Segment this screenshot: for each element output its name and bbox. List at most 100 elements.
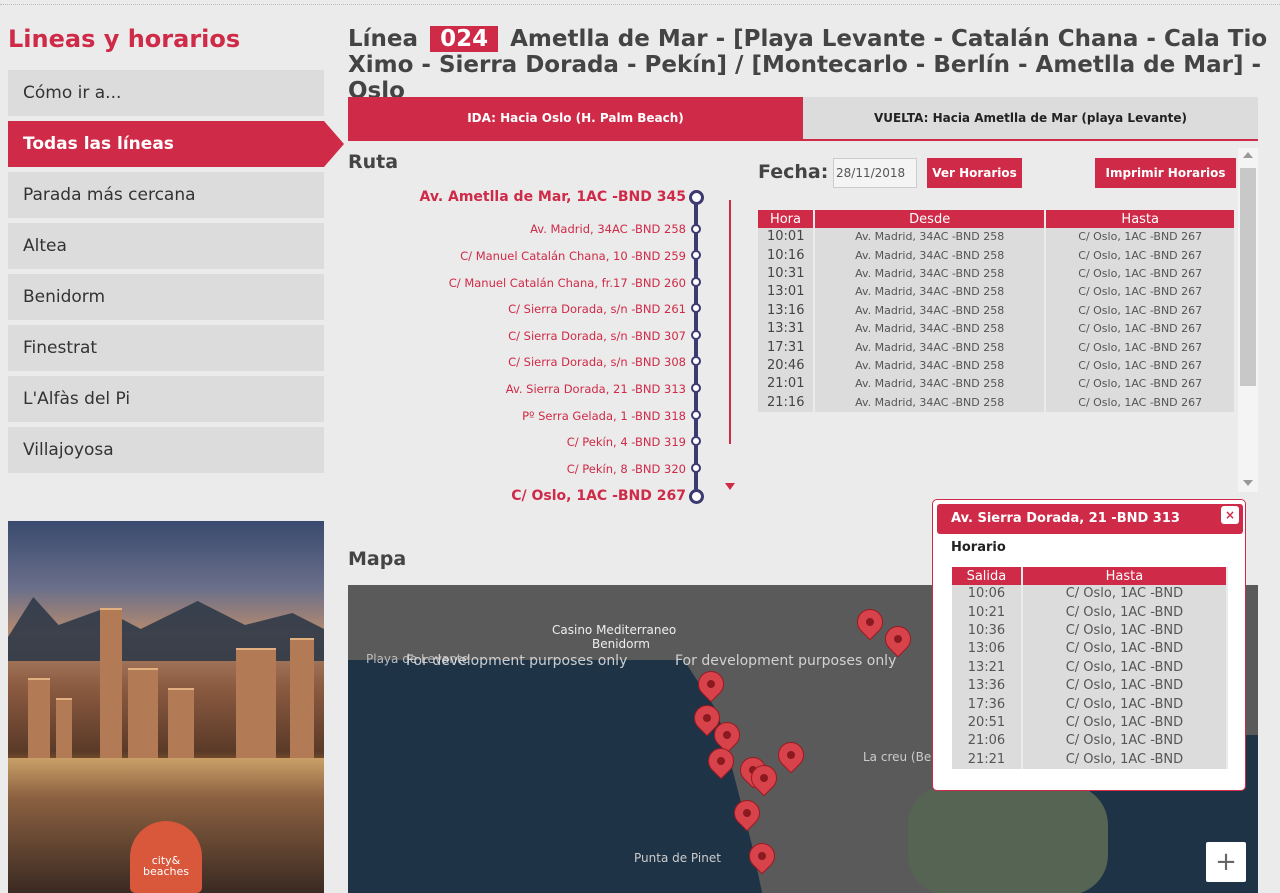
- table-cell: C/ Oslo, 1AC -BND: [1021, 585, 1229, 604]
- top-divider: [0, 4, 1280, 5]
- column-header: Salida: [952, 567, 1023, 585]
- vertical-scrollbar[interactable]: [1238, 148, 1258, 492]
- table-row[interactable]: 21:21 C/ Oslo, 1AC -BND: [952, 750, 1229, 769]
- sidebar-item-todas-lineas[interactable]: Todas las líneas: [8, 121, 344, 167]
- imprimir-horarios-button[interactable]: Imprimir Horarios: [1095, 158, 1236, 188]
- sidebar-item-parada-cercana[interactable]: Parada más cercana: [8, 172, 324, 218]
- stop-marker-icon: [691, 410, 701, 420]
- route-stop[interactable]: C/ Pekín, 4 -BND 319: [567, 435, 686, 449]
- map-pin-icon[interactable]: [879, 620, 917, 658]
- sidebar-item-como-ir[interactable]: Cómo ir a...: [8, 70, 324, 116]
- table-cell: Av. Madrid, 34AC -BND 258: [813, 319, 1047, 339]
- route-line: [694, 196, 698, 496]
- map-pin-icon[interactable]: [851, 603, 889, 641]
- promo-building: [128, 668, 158, 758]
- table-cell: C/ Oslo, 1AC -BND: [1021, 676, 1229, 696]
- table-row[interactable]: 21:16 Av. Madrid, 34AC -BND 258 C/ Oslo, 1…: [758, 393, 1236, 412]
- stop-marker-icon: [691, 250, 701, 260]
- fecha-label: Fecha:: [758, 161, 829, 183]
- table-row[interactable]: 21:06 C/ Oslo, 1AC -BND: [952, 732, 1229, 751]
- table-cell: C/ Oslo, 1AC -BND 267: [1045, 393, 1236, 412]
- sidebar-item-finestrat[interactable]: Finestrat: [8, 325, 324, 371]
- table-row[interactable]: 13:36 C/ Oslo, 1AC -BND: [952, 676, 1229, 696]
- table-row[interactable]: 13:16 Av. Madrid, 34AC -BND 258 C/ Oslo, 1…: [758, 301, 1236, 320]
- expand-down-icon[interactable]: [725, 483, 735, 490]
- table-row[interactable]: 13:21 C/ Oslo, 1AC -BND: [952, 658, 1229, 677]
- map-park: [908, 785, 1108, 893]
- route-stop[interactable]: Av. Sierra Dorada, 21 -BND 313: [506, 382, 686, 396]
- scroll-down-icon[interactable]: [1243, 480, 1253, 486]
- close-icon[interactable]: ×: [1221, 506, 1239, 524]
- route-stop[interactable]: C/ Oslo, 1AC -BND 267: [511, 488, 686, 504]
- schedule-table: Hora Desde Hasta 10:01 Av. Madrid, 34AC -…: [758, 210, 1236, 412]
- sidebar-item-benidorm[interactable]: Benidorm: [8, 274, 324, 320]
- table-row[interactable]: 13:01 Av. Madrid, 34AC -BND 258 C/ Oslo, 1…: [758, 283, 1236, 302]
- table-cell: C/ Oslo, 1AC -BND: [1021, 750, 1229, 769]
- ver-horarios-button[interactable]: Ver Horarios: [927, 158, 1022, 188]
- table-row[interactable]: 17:36 C/ Oslo, 1AC -BND: [952, 695, 1229, 714]
- table-row[interactable]: 10:16 Av. Madrid, 34AC -BND 258 C/ Oslo, 1…: [758, 246, 1236, 265]
- table-row[interactable]: 17:31 Av. Madrid, 34AC -BND 258 C/ Oslo, 1…: [758, 338, 1236, 357]
- promo-building: [100, 608, 122, 758]
- table-row[interactable]: 10:21 C/ Oslo, 1AC -BND: [952, 603, 1229, 622]
- table-cell: Av. Madrid, 34AC -BND 258: [813, 228, 1047, 247]
- sidebar-item-altea[interactable]: Altea: [8, 223, 324, 269]
- route-stop[interactable]: C/ Manuel Catalán Chana, 10 -BND 259: [460, 249, 686, 263]
- promo-image[interactable]: city& beaches: [8, 521, 324, 893]
- sidebar-item-alfas[interactable]: L'Alfàs del Pi: [8, 376, 324, 422]
- map-pin-icon[interactable]: [772, 736, 810, 774]
- table-row[interactable]: 21:01 Av. Madrid, 34AC -BND 258 C/ Oslo, 1…: [758, 375, 1236, 394]
- table-cell: 10:36: [952, 621, 1023, 641]
- stop-marker-icon: [691, 356, 701, 366]
- route-stop[interactable]: Av. Madrid, 34AC -BND 258: [530, 222, 686, 236]
- tab-vuelta[interactable]: VUELTA: Hacia Ametlla de Mar (playa Leva…: [803, 97, 1258, 139]
- table-row[interactable]: 10:01 Av. Madrid, 34AC -BND 258 C/ Oslo, 1…: [758, 228, 1236, 247]
- table-row[interactable]: 20:46 Av. Madrid, 34AC -BND 258 C/ Oslo, 1…: [758, 356, 1236, 376]
- popup-schedule-table: Salida Hasta 10:06 C/ Oslo, 1AC -BND 10:2…: [952, 567, 1229, 769]
- zoom-in-button[interactable]: +: [1206, 842, 1246, 882]
- table-cell: 13:31: [758, 319, 815, 339]
- map-label: Punta de Pinet: [634, 851, 721, 865]
- table-cell: 17:31: [758, 338, 815, 357]
- table-row[interactable]: 10:36 C/ Oslo, 1AC -BND: [952, 621, 1229, 641]
- date-input[interactable]: [833, 158, 917, 188]
- route-stop[interactable]: C/ Pekín, 8 -BND 320: [567, 462, 686, 476]
- scroll-thumb[interactable]: [1240, 168, 1256, 386]
- route-stop[interactable]: C/ Sierra Dorada, s/n -BND 307: [508, 329, 686, 343]
- promo-building: [56, 698, 72, 758]
- table-cell: C/ Oslo, 1AC -BND 267: [1045, 356, 1236, 376]
- promo-building: [28, 678, 50, 758]
- table-row[interactable]: 10:06 C/ Oslo, 1AC -BND: [952, 585, 1229, 604]
- stop-marker-icon: [691, 303, 701, 313]
- route-stop[interactable]: C/ Manuel Catalán Chana, fr.17 -BND 260: [449, 276, 686, 290]
- table-cell: C/ Oslo, 1AC -BND 267: [1045, 319, 1236, 339]
- tab-ida[interactable]: IDA: Hacia Oslo (H. Palm Beach): [348, 97, 803, 139]
- route-divider: [729, 200, 731, 444]
- table-cell: 20:51: [952, 713, 1023, 733]
- stop-marker-icon: [691, 224, 701, 234]
- scroll-up-icon[interactable]: [1243, 152, 1253, 158]
- table-row[interactable]: 20:51 C/ Oslo, 1AC -BND: [952, 713, 1229, 733]
- table-cell: 21:21: [952, 750, 1023, 769]
- sidebar-item-villajoyosa[interactable]: Villajoyosa: [8, 427, 324, 473]
- table-cell: Av. Madrid, 34AC -BND 258: [813, 283, 1047, 302]
- table-row[interactable]: 13:06 C/ Oslo, 1AC -BND: [952, 640, 1229, 659]
- table-row[interactable]: 10:31 Av. Madrid, 34AC -BND 258 C/ Oslo, 1…: [758, 264, 1236, 284]
- table-cell: 21:16: [758, 393, 815, 412]
- route-stop[interactable]: C/ Sierra Dorada, s/n -BND 308: [508, 355, 686, 369]
- table-cell: 21:06: [952, 732, 1023, 751]
- stop-marker-icon: [691, 436, 701, 446]
- table-cell: 20:46: [758, 356, 815, 376]
- route-stop[interactable]: C/ Sierra Dorada, s/n -BND 261: [508, 302, 686, 316]
- table-cell: 13:06: [952, 640, 1023, 659]
- table-cell: Av. Madrid, 34AC -BND 258: [813, 246, 1047, 265]
- table-row[interactable]: 13:31 Av. Madrid, 34AC -BND 258 C/ Oslo, 1…: [758, 319, 1236, 339]
- popup-subtitle: Horario: [951, 540, 1006, 555]
- page-title: Línea 024 Ametlla de Mar - [Playa Levant…: [348, 26, 1268, 104]
- table-cell: C/ Oslo, 1AC -BND: [1021, 713, 1229, 733]
- route-stop[interactable]: Pº Serra Gelada, 1 -BND 318: [522, 409, 686, 423]
- route-stop[interactable]: Av. Ametlla de Mar, 1AC -BND 345: [420, 189, 687, 205]
- table-header-row: Hora Desde Hasta: [758, 210, 1236, 228]
- sidebar: Lineas y horarios Cómo ir a... Todas las…: [8, 22, 344, 478]
- table-cell: C/ Oslo, 1AC -BND: [1021, 658, 1229, 677]
